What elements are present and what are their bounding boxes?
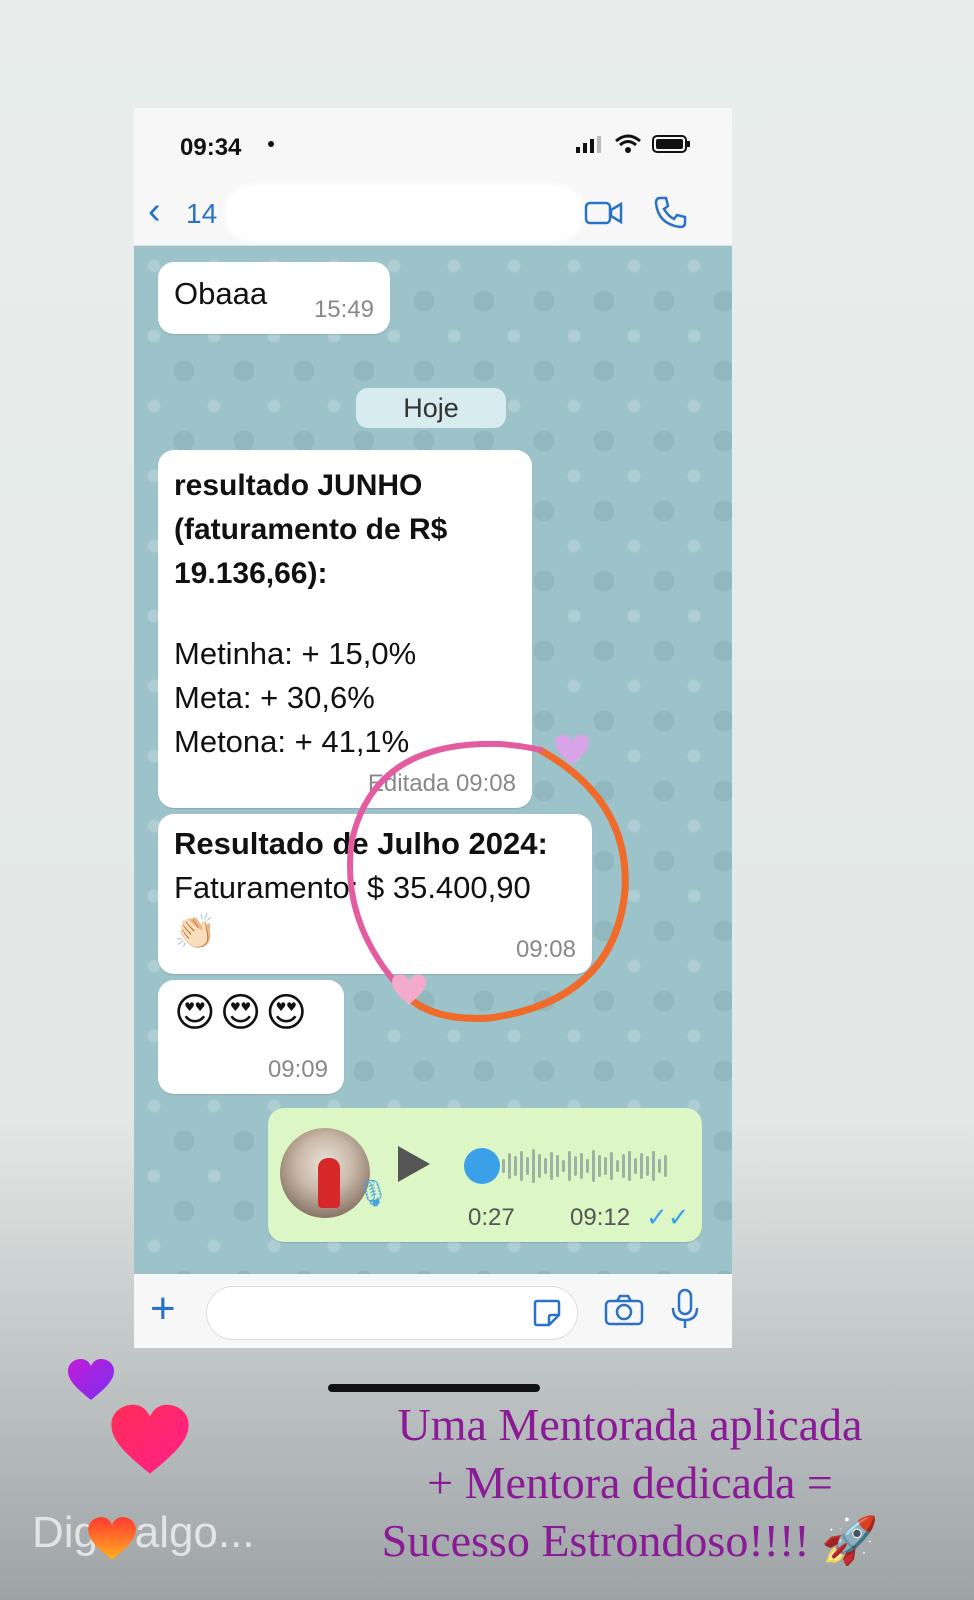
audio-message[interactable]: 🎙 0:27 09:12 ✓✓ xyxy=(268,1108,702,1242)
message-time: 15:49 xyxy=(313,296,374,323)
signal-icon xyxy=(576,136,601,153)
read-receipt-icon: ✓✓ xyxy=(646,1202,690,1232)
heading-line: 19.136,66): xyxy=(174,557,328,590)
home-indicator xyxy=(328,1384,540,1392)
message-time: 09:09 xyxy=(267,1056,328,1083)
story-caption: Uma Mentorada aplicada + Mentora dedicad… xyxy=(350,1396,910,1570)
clapping-emoji: 👏🏻 xyxy=(174,913,217,951)
message-line: Metinha: + 15,0% xyxy=(174,636,417,671)
message-heading: resultado JUNHO (faturamento de R$ 19.13… xyxy=(174,464,514,596)
heading-line: resultado JUNHO xyxy=(174,469,423,502)
play-icon[interactable] xyxy=(398,1146,430,1182)
message-time: 09:12 xyxy=(570,1204,631,1231)
heart-icon xyxy=(111,1404,189,1474)
message-bubble[interactable]: 😍😍😍 09:09 xyxy=(158,980,344,1094)
audio-waveform[interactable] xyxy=(502,1146,674,1186)
wifi-icon xyxy=(615,134,641,153)
video-call-icon[interactable] xyxy=(584,198,624,228)
message-text: Obaaa xyxy=(174,276,268,311)
status-dot xyxy=(268,141,274,147)
message-bubble[interactable]: Obaaa 15:49 xyxy=(158,262,390,334)
message-line: Meta: + 30,6% xyxy=(174,680,375,715)
heart-eyes-emoji: 😍😍😍 xyxy=(174,991,312,1035)
phone-screenshot: 09:34 ‹ 14 Obaaa 15:49 Hoje resultado JU… xyxy=(134,108,732,1348)
heading-line: (faturamento de R$ xyxy=(174,513,448,546)
reply-input[interactable]: Diga algo... xyxy=(32,1508,255,1558)
heart-sticker-icon xyxy=(392,974,426,1006)
phone-call-icon[interactable] xyxy=(652,194,688,230)
status-bar: 09:34 xyxy=(134,108,732,180)
message-input-bar: + xyxy=(134,1274,732,1348)
heart-icon xyxy=(88,1517,136,1560)
audio-duration: 0:27 xyxy=(468,1204,515,1231)
sticker-icon[interactable] xyxy=(531,1297,563,1329)
camera-icon[interactable] xyxy=(604,1294,644,1326)
caption-line: + Mentora dedicada = xyxy=(427,1457,833,1508)
back-chevron-icon[interactable]: ‹ xyxy=(148,190,161,233)
audio-scrubber-handle[interactable] xyxy=(464,1148,500,1184)
mic-badge-icon: 🎙 xyxy=(356,1178,390,1208)
contact-name[interactable]: 14 xyxy=(186,198,217,230)
microphone-icon[interactable] xyxy=(670,1288,700,1330)
day-separator: Hoje xyxy=(356,388,506,428)
caption-line: Uma Mentorada aplicada xyxy=(397,1399,863,1450)
chat-header: ‹ 14 xyxy=(134,180,732,246)
heart-icon xyxy=(68,1359,114,1400)
status-time: 09:34 xyxy=(180,134,242,161)
plus-icon[interactable]: + xyxy=(150,1284,176,1334)
redacted-contact-area xyxy=(224,184,584,242)
highlight-circle xyxy=(347,734,629,1022)
caption-line: Sucesso Estrondoso!!!! 🚀 xyxy=(381,1515,879,1566)
battery-icon xyxy=(652,135,690,153)
message-input[interactable] xyxy=(206,1286,578,1340)
